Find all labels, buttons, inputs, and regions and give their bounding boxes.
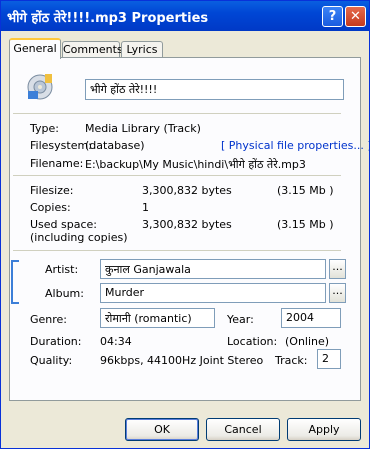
ok-button[interactable]: OK xyxy=(125,418,199,441)
help-button[interactable]: ? xyxy=(322,6,343,27)
filesize-label: Filesize: xyxy=(30,184,74,197)
apply-button[interactable]: Apply xyxy=(287,418,361,441)
artist-album-bracket xyxy=(11,260,19,304)
close-button[interactable]: ✕ xyxy=(345,6,366,27)
filesize-mb: (3.15 Mb ) xyxy=(277,184,334,197)
artist-browse-button[interactable]: ... xyxy=(329,259,346,279)
separator xyxy=(13,113,341,114)
track-label: Track: xyxy=(275,354,308,367)
duration-label: Duration: xyxy=(30,335,82,348)
year-label: Year: xyxy=(227,313,254,326)
tab-lyrics[interactable]: Lyrics xyxy=(121,41,163,58)
cancel-button[interactable]: Cancel xyxy=(206,418,280,441)
duration-value: 04:34 xyxy=(100,335,132,348)
location-value: (Online) xyxy=(285,335,330,348)
window-title: भीगे होंठ तेरे!!!!.mp3 Properties xyxy=(7,11,209,26)
filesize-bytes: 3,300,832 bytes xyxy=(142,184,232,197)
type-value: Media Library (Track) xyxy=(85,122,201,135)
used-space-mb: (3.15 Mb ) xyxy=(277,218,334,231)
title-bar[interactable]: भीगे होंठ तेरे!!!!.mp3 Properties ? ✕ xyxy=(1,1,369,31)
album-label: Album: xyxy=(45,287,84,300)
separator xyxy=(13,250,341,251)
physical-file-properties-link[interactable]: [ Physical file properties... ] xyxy=(221,139,370,152)
track-number-field[interactable]: 2 xyxy=(317,349,341,369)
copies-label: Copies: xyxy=(30,201,71,214)
used-space-sublabel: (including copies) xyxy=(30,231,128,244)
artist-field[interactable]: कुनाल Ganjawala xyxy=(100,259,326,279)
copies-value: 1 xyxy=(142,201,149,214)
filename-value: E:\backup\My Music\hindi\भीगे होंठ तेरे.… xyxy=(85,158,306,171)
artist-label: Artist: xyxy=(45,263,79,276)
used-space-label: Used space: xyxy=(30,218,98,231)
quality-label: Quality: xyxy=(30,354,73,367)
track-name-field[interactable]: भीगे होंठ तेरे!!!! xyxy=(85,79,344,100)
quality-value: 96kbps, 44100Hz Joint Stereo xyxy=(100,354,264,367)
album-field[interactable]: Murder xyxy=(100,283,326,303)
separator xyxy=(13,175,341,176)
tab-comments[interactable]: Comments xyxy=(62,41,123,58)
filename-label: Filename: xyxy=(30,157,84,170)
filesystem-label: Filesystem: xyxy=(30,139,92,152)
tab-general[interactable]: General xyxy=(9,38,61,59)
media-file-icon xyxy=(27,74,53,100)
album-browse-button[interactable]: ... xyxy=(329,283,346,303)
used-space-bytes: 3,300,832 bytes xyxy=(142,218,232,231)
properties-dialog: भीगे होंठ तेरे!!!!.mp3 Properties ? ✕ Ge… xyxy=(0,0,370,449)
type-label: Type: xyxy=(30,122,59,135)
filesystem-value: (database) xyxy=(85,139,145,152)
location-label: Location: xyxy=(227,335,278,348)
genre-label: Genre: xyxy=(30,313,68,326)
genre-field[interactable]: रोमानी (romantic) xyxy=(100,308,215,328)
year-field[interactable]: 2004 xyxy=(281,308,341,328)
